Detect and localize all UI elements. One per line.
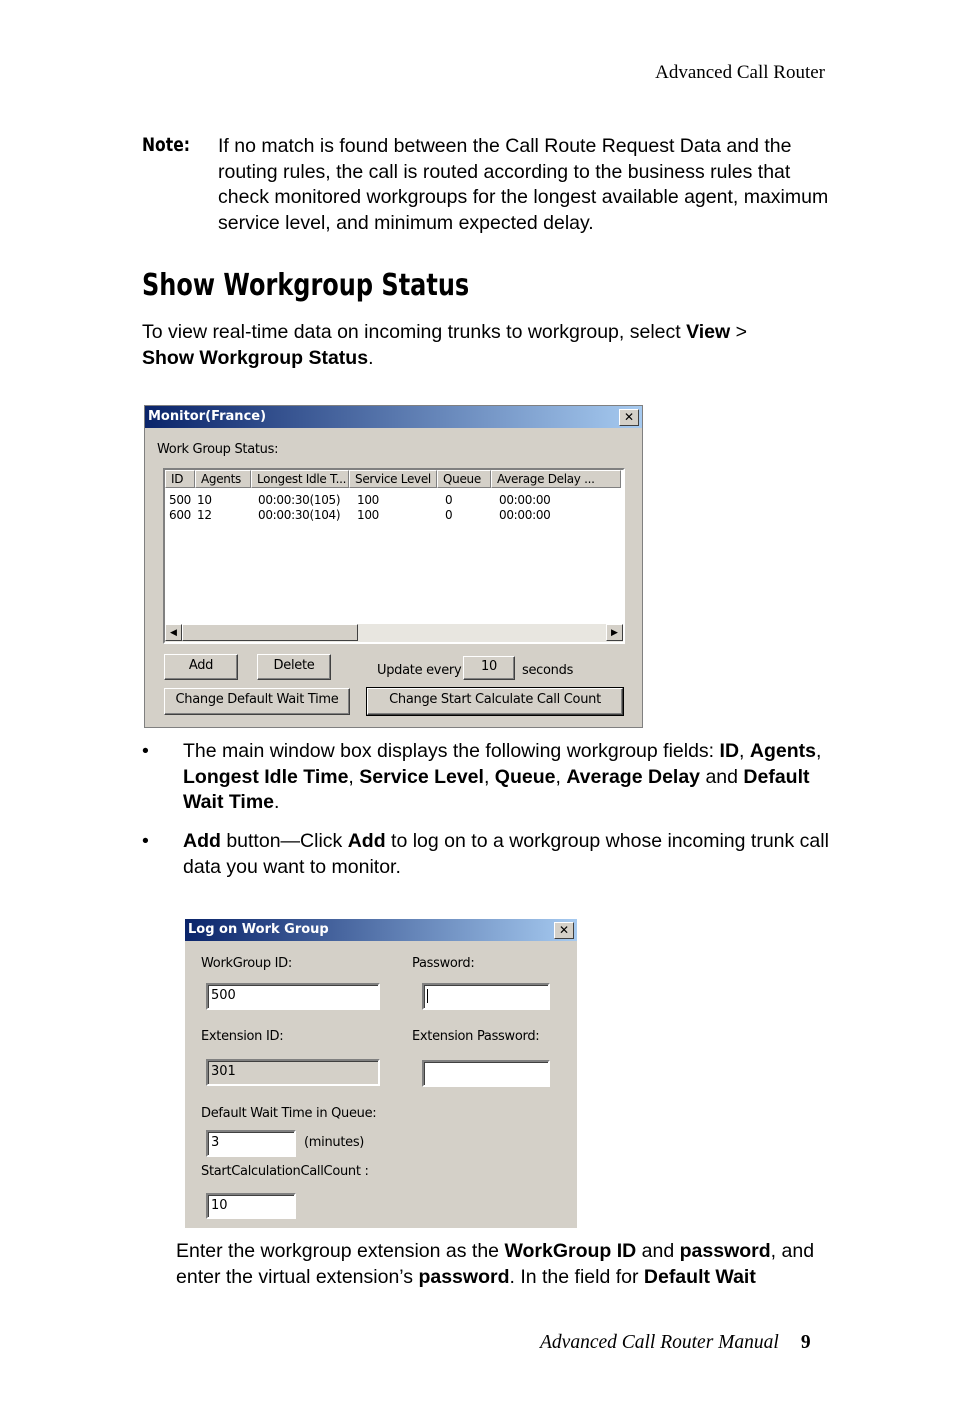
monitor-window: Monitor(France) ✕ Work Group Status: ID … [144,405,643,728]
field-agents: Agents [749,740,816,762]
text: . In the field for [509,1265,644,1288]
text: , [483,765,495,788]
text: button—Click [220,830,348,852]
close-icon[interactable]: ✕ [554,922,574,939]
column-header-longest-idle[interactable]: Longest Idle T... [251,470,349,488]
workgroup-status-list[interactable]: ID Agents Longest Idle T... Service Leve… [163,468,625,644]
intro-menu-view: View [686,321,731,343]
note-text: If no match is found between the Call Ro… [218,135,829,234]
cell-id: 600 [169,508,192,522]
delete-button[interactable]: Delete [257,654,331,680]
workgroup-id-input[interactable]: 500 [206,983,380,1010]
extension-id-input[interactable]: 301 [206,1059,380,1086]
text: , [555,765,567,788]
change-start-calculate-call-count-button[interactable]: Change Start Calculate Call Count [366,687,624,716]
workgroup-id-label: WorkGroup ID: [201,956,292,971]
column-header-id[interactable]: ID [165,470,195,488]
intro-end: . [368,347,374,369]
default-wait-label: Default Wait Time in Queue: [201,1106,377,1121]
monitor-titlebar[interactable]: Monitor(France) ✕ [145,406,642,428]
cell-agents: 12 [197,508,212,522]
page-footer: Advanced Call Router Manual 9 [540,1332,811,1354]
field-queue: Queue [494,765,556,788]
footer-title: Advanced Call Router Manual [540,1332,779,1353]
text: and [636,1240,680,1262]
section-title: Show Workgroup Status [142,268,470,303]
note-label: Note: [142,134,190,156]
column-header-service-level[interactable]: Service Level [349,470,437,488]
extension-id-label: Extension ID: [201,1029,284,1044]
column-header-queue[interactable]: Queue [437,470,491,488]
bullet-marker: • [142,740,149,762]
text: . [274,791,280,813]
term-password: password [679,1240,771,1262]
text: The main window box displays the followi… [183,740,720,762]
page-number: 9 [800,1332,811,1353]
cell-agents: 10 [197,493,212,507]
cell-queue: 0 [445,508,453,522]
wait-unit-label: (minutes) [304,1135,365,1150]
logon-title: Log on Work Group [188,922,329,937]
cell-service-level: 100 [357,493,380,507]
cell-queue: 0 [445,493,453,507]
bullet-marker: • [142,830,149,852]
intro-separator: > [730,321,747,343]
text: Enter the workgroup extension as the [176,1240,505,1262]
field-service-level: Service Level [359,765,484,788]
extension-password-input[interactable] [422,1060,550,1087]
close-icon[interactable]: ✕ [619,409,639,426]
change-default-wait-time-button[interactable]: Change Default Wait Time [164,688,350,715]
horizontal-scrollbar[interactable]: ◀ ▶ [165,624,623,642]
term-add: Add [347,830,386,852]
default-wait-input[interactable]: 3 [206,1130,296,1157]
cell-longest-idle: 00:00:30(104) [258,508,341,522]
text: , [739,740,750,762]
field-longest-idle: Longest Idle Time [183,765,349,788]
password-input[interactable] [422,983,550,1010]
text: , [348,765,360,788]
text-caret [427,989,428,1003]
running-header: Advanced Call Router [655,62,825,83]
scroll-left-icon[interactable]: ◀ [165,624,182,641]
intro-text: To view real-time data on incoming trunk… [142,321,687,343]
bullet-fields: The main window box displays the followi… [183,739,833,816]
cell-average-delay: 00:00:00 [499,508,551,522]
cell-longest-idle: 00:00:30(105) [258,493,341,507]
text: and [700,765,744,788]
password-label: Password: [412,956,475,971]
update-every-label: Update every [377,663,462,678]
cell-average-delay: 00:00:00 [499,493,551,507]
extension-password-label: Extension Password: [412,1029,540,1044]
work-group-status-label: Work Group Status: [157,442,279,457]
closing-paragraph: Enter the workgroup extension as the Wor… [176,1239,836,1290]
field-id: ID [719,740,740,762]
scroll-thumb[interactable] [182,624,358,641]
section-intro: To view real-time data on incoming trunk… [142,319,832,371]
field-average-delay: Average Delay [566,765,701,788]
add-button[interactable]: Add [164,654,238,680]
column-header-average-delay[interactable]: Average Delay ... [491,470,621,488]
cell-id: 500 [169,493,192,507]
start-count-input[interactable]: 10 [206,1193,296,1219]
monitor-title: Monitor(France) [148,409,267,424]
cell-service-level: 100 [357,508,380,522]
term-password: password [418,1265,510,1288]
column-header-agents[interactable]: Agents [195,470,251,488]
update-seconds-label: seconds [522,663,574,678]
update-interval-field[interactable]: 10 [463,656,515,680]
logon-titlebar[interactable]: Log on Work Group ✕ [185,919,577,941]
logon-window: Log on Work Group ✕ WorkGroup ID: Passwo… [185,919,577,1228]
bullet-add: Add button—Click Add to log on to a work… [183,829,833,880]
scroll-right-icon[interactable]: ▶ [606,624,623,641]
text: , [815,740,822,762]
term-add: Add [183,830,221,852]
start-count-label: StartCalculationCallCount : [201,1164,369,1179]
term-workgroup-id: WorkGroup ID [504,1240,637,1262]
intro-menu-item: Show Workgroup Status [142,347,369,369]
term-default-wait: Default Wait [643,1265,756,1288]
